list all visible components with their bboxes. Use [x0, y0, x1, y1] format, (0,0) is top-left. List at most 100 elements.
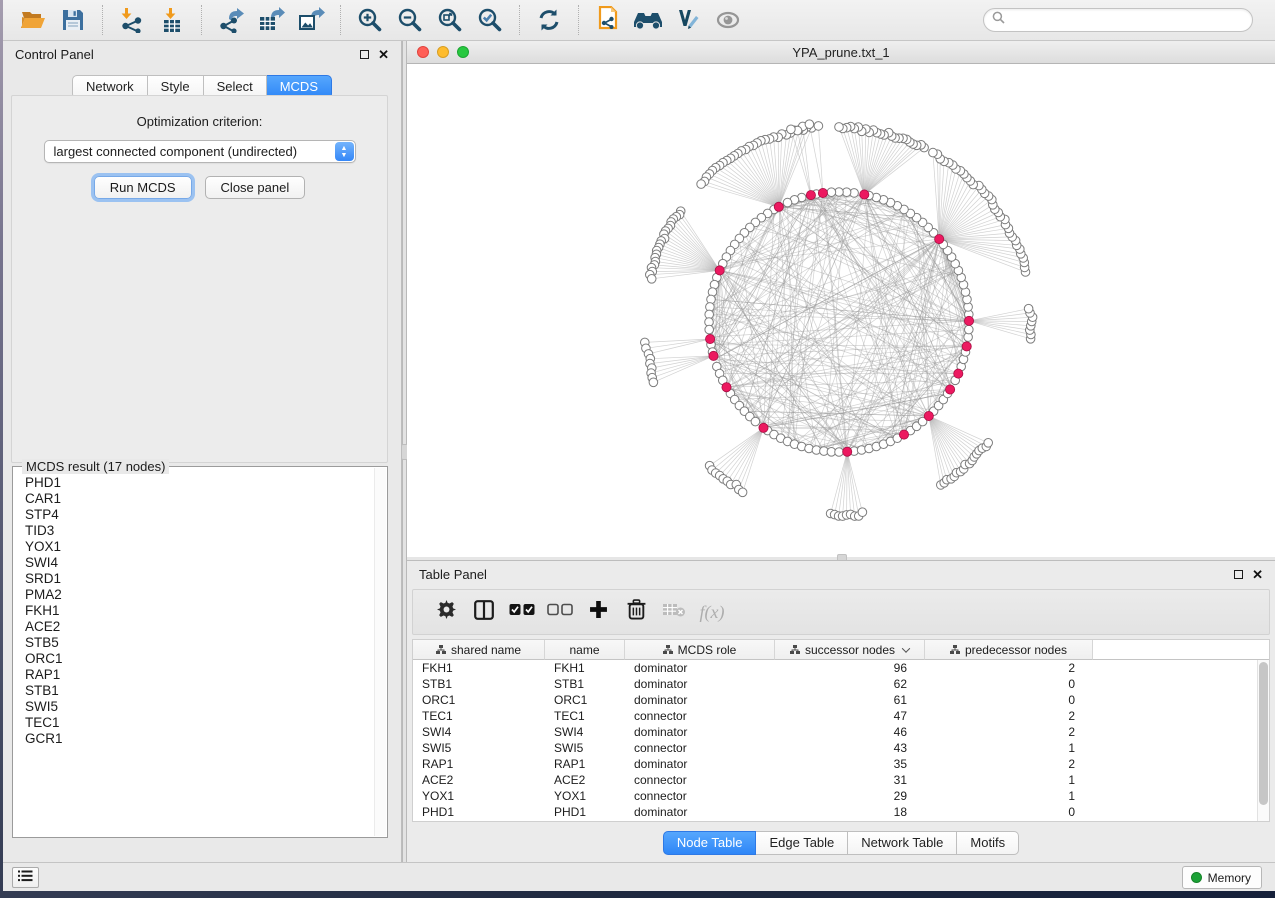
- column-header-successor-nodes[interactable]: successor nodes: [775, 640, 925, 660]
- search-input[interactable]: [1010, 13, 1244, 28]
- refresh-button[interactable]: [529, 3, 569, 37]
- task-history-button[interactable]: [12, 867, 39, 888]
- table-tab-network-table[interactable]: Network Table: [848, 831, 957, 855]
- memory-button[interactable]: Memory: [1182, 866, 1262, 889]
- memory-label: Memory: [1208, 871, 1251, 885]
- result-scrollbar[interactable]: [374, 468, 386, 836]
- cell-shared-name: PHD1: [413, 805, 545, 819]
- import-table-button[interactable]: [152, 3, 192, 37]
- table-row[interactable]: PHD1PHD1dominator180: [413, 804, 1257, 820]
- export-network-icon: [217, 7, 245, 33]
- close-panel-icon[interactable]: ✕: [1252, 568, 1263, 581]
- zoom-fit-button[interactable]: [430, 3, 470, 37]
- node-table-body[interactable]: FKH1FKH1dominator962STB1STB1dominator620…: [413, 660, 1257, 821]
- table-icon: [950, 645, 960, 655]
- cell-name: ORC1: [545, 693, 625, 707]
- open-file-button[interactable]: [13, 3, 53, 37]
- export-image-button[interactable]: [291, 3, 331, 37]
- column-header-predecessor-nodes[interactable]: predecessor nodes: [925, 640, 1093, 660]
- table-tab-edge-table[interactable]: Edge Table: [756, 831, 848, 855]
- result-node[interactable]: ACE2: [25, 619, 373, 635]
- column-header-MCDS-role[interactable]: MCDS role: [625, 640, 775, 660]
- result-node[interactable]: FKH1: [25, 603, 373, 619]
- network-graph[interactable]: [407, 64, 1275, 557]
- result-node[interactable]: SWI4: [25, 555, 373, 571]
- table-row[interactable]: FKH1FKH1dominator962: [413, 660, 1257, 676]
- binoculars-icon: [633, 8, 663, 32]
- table-tab-node-table[interactable]: Node Table: [663, 831, 757, 855]
- table-row[interactable]: ORC1ORC1dominator610: [413, 692, 1257, 708]
- scrollbar-thumb[interactable]: [1259, 662, 1268, 805]
- table-settings-button[interactable]: [427, 594, 465, 630]
- result-node[interactable]: TEC1: [25, 715, 373, 731]
- result-node[interactable]: PMA2: [25, 587, 373, 603]
- cell-shared-name: YOX1: [413, 789, 545, 803]
- unchecked-boxes-icon: [547, 603, 573, 621]
- cell-shared-name: RAP1: [413, 757, 545, 771]
- column-header-shared-name[interactable]: shared name: [413, 640, 545, 660]
- column-header-name[interactable]: name: [545, 640, 625, 660]
- result-node[interactable]: CAR1: [25, 491, 373, 507]
- find-button[interactable]: [628, 3, 668, 37]
- float-panel-icon[interactable]: [1234, 570, 1243, 579]
- result-node[interactable]: SRD1: [25, 571, 373, 587]
- close-panel-icon[interactable]: ✕: [378, 48, 389, 61]
- result-node[interactable]: PHD1: [25, 475, 373, 491]
- table-row[interactable]: SWI4SWI4dominator462: [413, 724, 1257, 740]
- network-title: YPA_prune.txt_1: [407, 45, 1275, 60]
- toolbar-separator: [201, 5, 202, 35]
- share-document-button[interactable]: [588, 3, 628, 37]
- table-row[interactable]: RAP1RAP1dominator352: [413, 756, 1257, 772]
- visibility-button[interactable]: [708, 3, 748, 37]
- criterion-dropdown[interactable]: largest connected component (undirected)…: [44, 140, 356, 163]
- add-column-button[interactable]: [579, 594, 617, 630]
- cell-successor-nodes: 46: [775, 725, 925, 739]
- dropdown-stepper-icon: ▲▼: [335, 142, 354, 161]
- network-canvas[interactable]: [407, 64, 1275, 557]
- zoom-in-button[interactable]: [350, 3, 390, 37]
- close-panel-button[interactable]: Close panel: [205, 176, 306, 199]
- run-mcds-button[interactable]: Run MCDS: [94, 176, 192, 199]
- delete-column-button[interactable]: [617, 594, 655, 630]
- zoom-out-button[interactable]: [390, 3, 430, 37]
- result-node[interactable]: SWI5: [25, 699, 373, 715]
- export-network-button[interactable]: [211, 3, 251, 37]
- import-network-button[interactable]: [112, 3, 152, 37]
- result-node[interactable]: STB5: [25, 635, 373, 651]
- import-table-icon: [159, 7, 185, 33]
- result-node[interactable]: ORC1: [25, 651, 373, 667]
- vizmapper-button[interactable]: [668, 3, 708, 37]
- save-session-button[interactable]: [53, 3, 93, 37]
- cell-successor-nodes: 35: [775, 757, 925, 771]
- result-node[interactable]: STB1: [25, 683, 373, 699]
- open-folder-icon: [20, 8, 47, 32]
- search-box[interactable]: [983, 8, 1253, 32]
- export-table-button[interactable]: [251, 3, 291, 37]
- result-node[interactable]: RAP1: [25, 667, 373, 683]
- column-visibility-button[interactable]: [465, 594, 503, 630]
- zoom-selected-button[interactable]: [470, 3, 510, 37]
- result-node[interactable]: YOX1: [25, 539, 373, 555]
- float-panel-icon[interactable]: [360, 50, 369, 59]
- result-node[interactable]: STP4: [25, 507, 373, 523]
- floppy-disk-icon: [61, 8, 85, 32]
- table-tab-motifs[interactable]: Motifs: [957, 831, 1019, 855]
- network-titlebar[interactable]: YPA_prune.txt_1: [407, 41, 1275, 64]
- cell-predecessor-nodes: 1: [925, 773, 1093, 787]
- table-row[interactable]: TEC1TEC1connector472: [413, 708, 1257, 724]
- vizmapper-icon: [675, 7, 701, 33]
- network-window: YPA_prune.txt_1: [407, 41, 1275, 557]
- table-row[interactable]: YOX1YOX1connector291: [413, 788, 1257, 804]
- deselect-all-button[interactable]: [541, 594, 579, 630]
- table-row[interactable]: STB1STB1dominator620: [413, 676, 1257, 692]
- table-row[interactable]: ACE2ACE2connector311: [413, 772, 1257, 788]
- table-panel: Table Panel ✕ f(x) shared namenameMCDS r…: [407, 560, 1275, 862]
- mcds-result-list[interactable]: PHD1CAR1STP4TID3YOX1SWI4SRD1PMA2FKH1ACE2…: [25, 475, 373, 833]
- table-scrollbar[interactable]: [1257, 660, 1269, 821]
- table-row[interactable]: SWI5SWI5connector431: [413, 740, 1257, 756]
- cell-MCDS-role: dominator: [625, 693, 775, 707]
- result-node[interactable]: TID3: [25, 523, 373, 539]
- select-all-button[interactable]: [503, 594, 541, 630]
- plus-icon: [589, 600, 608, 624]
- result-node[interactable]: GCR1: [25, 731, 373, 747]
